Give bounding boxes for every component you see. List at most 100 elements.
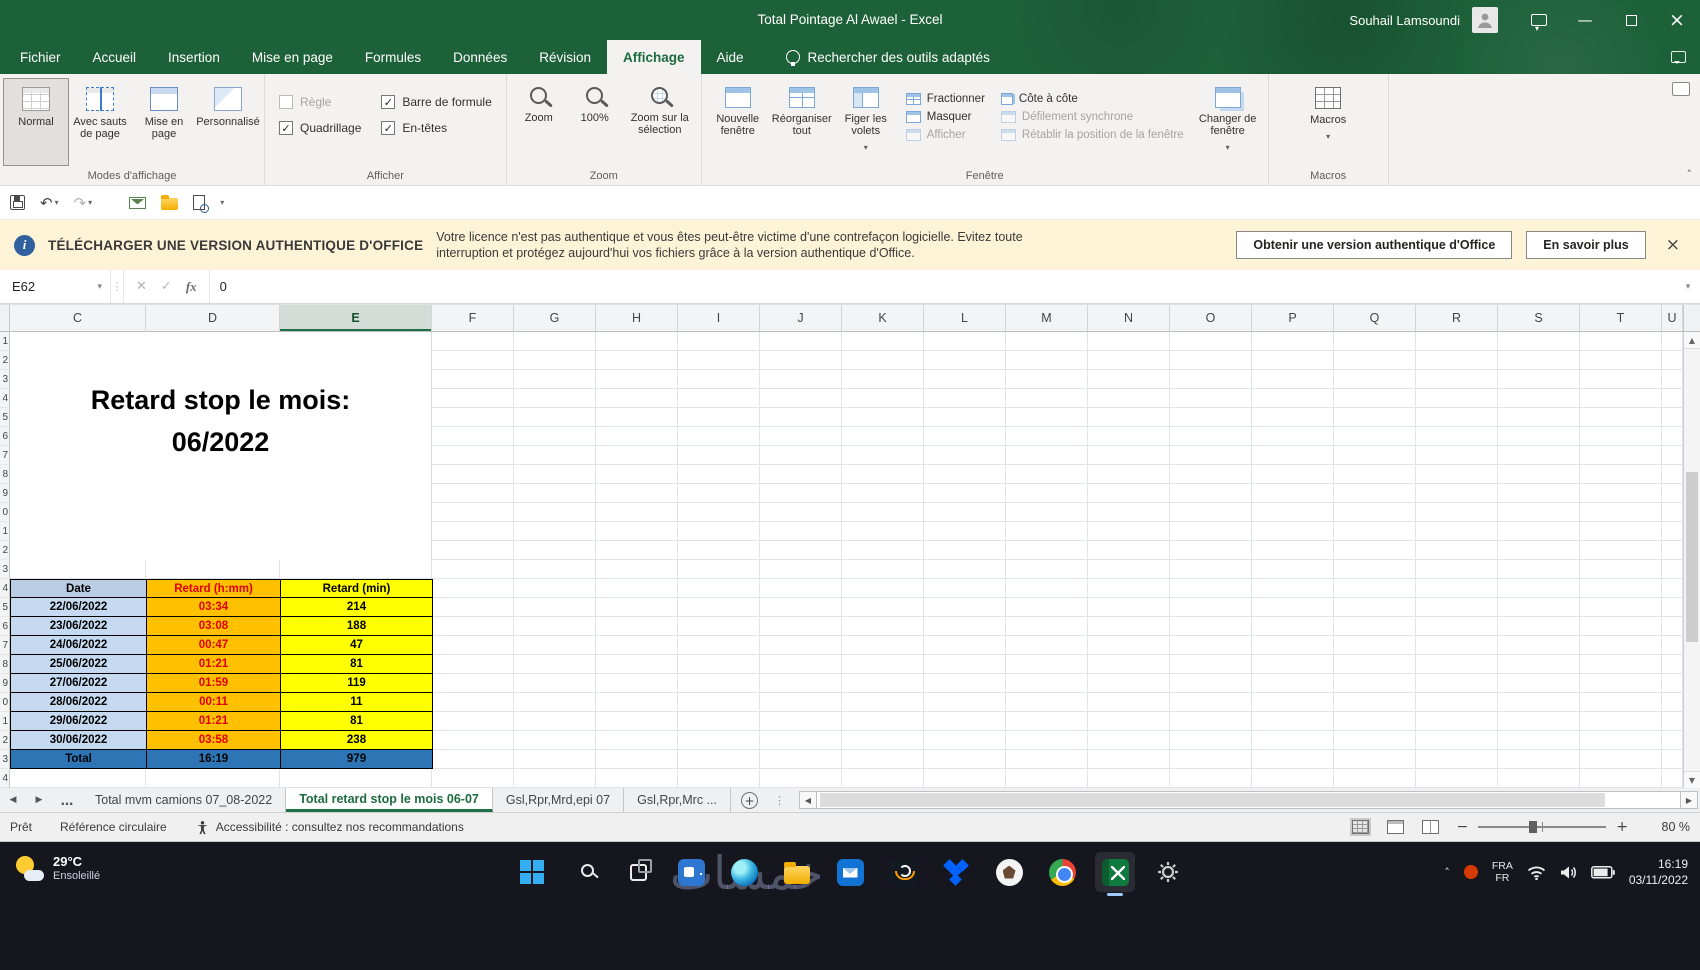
reset-window-position-button[interactable]: Rétablir la position de la fenêtre bbox=[1000, 129, 1184, 141]
table-cell[interactable]: 27/06/2022 bbox=[10, 674, 147, 693]
add-sheet-button[interactable]: + bbox=[740, 792, 758, 809]
name-box[interactable]: E62 ▾ bbox=[0, 270, 110, 303]
home-app-button[interactable] bbox=[989, 852, 1029, 892]
sheet-nav-right[interactable]: ▶ bbox=[26, 788, 52, 812]
table-cell[interactable]: 00:11 bbox=[147, 693, 281, 712]
close-button[interactable]: × bbox=[1654, 0, 1700, 40]
row-header[interactable]: 2 bbox=[0, 731, 9, 750]
ribbon-tab-accueil[interactable]: Accueil bbox=[77, 40, 153, 74]
table-cell[interactable]: 25/06/2022 bbox=[10, 655, 147, 674]
more-sheets-button[interactable]: … bbox=[52, 788, 82, 812]
sheet-tab[interactable]: Gsl,Rpr,Mrc ... bbox=[624, 788, 731, 812]
table-cell[interactable]: 188 bbox=[281, 617, 433, 636]
formula-bar-checkbox[interactable]: ✓ Barre de formule bbox=[381, 95, 492, 109]
zoom-slider-thumb[interactable] bbox=[1529, 821, 1538, 833]
row-header[interactable]: 3 bbox=[0, 750, 9, 769]
scroll-left-icon[interactable]: ◀ bbox=[798, 791, 817, 809]
row-header[interactable]: 9 bbox=[0, 674, 9, 693]
table-cell[interactable]: Total bbox=[10, 750, 147, 769]
switch-windows-button[interactable]: Changer de fenêtre ▾ bbox=[1192, 79, 1264, 165]
row-header[interactable]: 1 bbox=[0, 712, 9, 731]
column-header-E[interactable]: E bbox=[280, 305, 432, 331]
table-cell[interactable]: 16:19 bbox=[147, 750, 281, 769]
column-header-F[interactable]: F bbox=[432, 305, 514, 331]
qat-customize-button[interactable]: ▾ bbox=[220, 198, 224, 207]
macros-button[interactable]: Macros ▾ bbox=[1296, 79, 1360, 165]
sheet-grid[interactable]: Retard stop le mois: 06/2022 Date Retard … bbox=[10, 332, 1683, 788]
ribbon-tab-formules[interactable]: Formules bbox=[349, 40, 437, 74]
row-header[interactable]: 5 bbox=[0, 598, 9, 617]
horizontal-scroll-track[interactable] bbox=[816, 791, 1680, 809]
column-header-L[interactable]: L bbox=[924, 305, 1006, 331]
avatar[interactable] bbox=[1472, 7, 1498, 33]
table-cell[interactable]: 03:08 bbox=[147, 617, 281, 636]
sheet-tab[interactable]: Gsl,Rpr,Mrd,epi 07 bbox=[493, 788, 625, 812]
table-cell[interactable]: 28/06/2022 bbox=[10, 693, 147, 712]
column-header-M[interactable]: M bbox=[1006, 305, 1088, 331]
column-header-U[interactable]: U bbox=[1662, 305, 1683, 331]
row-header[interactable]: 5 bbox=[0, 408, 9, 427]
banner-close-icon[interactable]: × bbox=[1660, 235, 1686, 255]
open-button[interactable] bbox=[161, 195, 179, 210]
table-cell[interactable]: 03:58 bbox=[147, 731, 281, 750]
formula-input[interactable]: 0 bbox=[210, 270, 1676, 303]
formula-bar-expand-icon[interactable]: ▾ bbox=[1676, 270, 1700, 303]
merged-title-cell[interactable]: Retard stop le mois: 06/2022 bbox=[10, 332, 432, 560]
table-cell[interactable]: 979 bbox=[281, 750, 433, 769]
column-header-I[interactable]: I bbox=[678, 305, 760, 331]
row-header[interactable]: 0 bbox=[0, 693, 9, 712]
formula-bar-splitter[interactable]: ⋮ bbox=[110, 270, 124, 303]
scroll-up-icon[interactable]: ▲ bbox=[1684, 332, 1700, 349]
redo-button[interactable]: ↷ ▾ bbox=[74, 194, 93, 212]
sheet-tab[interactable]: Total mvm camions 07_08-2022 bbox=[82, 788, 287, 812]
custom-views-button[interactable]: Personnalisé bbox=[196, 79, 260, 165]
ribbon-display-options-button[interactable] bbox=[1516, 0, 1562, 40]
sheet-nav-left[interactable]: ◀ bbox=[0, 788, 26, 812]
synchronous-scrolling-button[interactable]: Défilement synchrone bbox=[1000, 111, 1184, 123]
page-break-status-button[interactable] bbox=[1421, 820, 1439, 834]
table-cell[interactable]: 81 bbox=[281, 712, 433, 731]
page-layout-button[interactable]: Mise en page bbox=[132, 79, 196, 165]
excel-taskbar-button[interactable] bbox=[1095, 852, 1135, 892]
edge-button[interactable] bbox=[724, 852, 764, 892]
insert-function-icon[interactable]: fx bbox=[186, 279, 197, 295]
task-view-button[interactable] bbox=[618, 852, 658, 892]
email-button[interactable] bbox=[129, 196, 147, 209]
language-indicator[interactable]: FRA FR bbox=[1492, 860, 1513, 885]
row-header[interactable]: 4 bbox=[0, 769, 9, 788]
zoom-to-selection-button[interactable]: Zoom sur la sélection bbox=[623, 79, 697, 165]
scroll-down-icon[interactable]: ▼ bbox=[1684, 771, 1700, 788]
row-header[interactable]: 4 bbox=[0, 579, 9, 598]
scroll-right-icon[interactable]: ▶ bbox=[1680, 791, 1698, 809]
select-all-corner[interactable] bbox=[0, 305, 10, 331]
table-cell[interactable]: 238 bbox=[281, 731, 433, 750]
row-header[interactable]: 9 bbox=[0, 484, 9, 503]
table-cell[interactable]: 119 bbox=[281, 674, 433, 693]
row-header[interactable]: 3 bbox=[0, 370, 9, 389]
table-cell[interactable]: 81 bbox=[281, 655, 433, 674]
comments-icon[interactable] bbox=[1671, 51, 1686, 64]
row-header[interactable]: 1 bbox=[0, 332, 9, 351]
camera-app-button[interactable] bbox=[671, 852, 711, 892]
vertical-scroll-thumb[interactable] bbox=[1686, 472, 1698, 642]
column-header-G[interactable]: G bbox=[514, 305, 596, 331]
normal-view-button[interactable]: Normal bbox=[3, 78, 69, 166]
table-cell[interactable]: 30/06/2022 bbox=[10, 731, 147, 750]
chrome-button[interactable] bbox=[1042, 852, 1082, 892]
table-cell[interactable]: Date bbox=[10, 579, 147, 598]
table-cell[interactable]: Retard (min) bbox=[281, 579, 433, 598]
table-cell[interactable]: 24/06/2022 bbox=[10, 636, 147, 655]
headings-checkbox[interactable]: ✓ En-têtes bbox=[381, 121, 491, 135]
file-explorer-button[interactable] bbox=[777, 852, 817, 892]
page-layout-status-button[interactable] bbox=[1386, 820, 1404, 834]
row-header[interactable]: 3 bbox=[0, 560, 9, 579]
column-header-P[interactable]: P bbox=[1252, 305, 1334, 331]
zoom-slider[interactable] bbox=[1478, 821, 1607, 833]
horizontal-scroll-thumb[interactable] bbox=[819, 793, 1606, 807]
table-cell[interactable]: 11 bbox=[281, 693, 433, 712]
share-icon[interactable] bbox=[1672, 82, 1690, 96]
column-header-N[interactable]: N bbox=[1088, 305, 1170, 331]
column-header-K[interactable]: K bbox=[842, 305, 924, 331]
normal-view-status-button[interactable] bbox=[1349, 818, 1371, 836]
column-header-J[interactable]: J bbox=[760, 305, 842, 331]
